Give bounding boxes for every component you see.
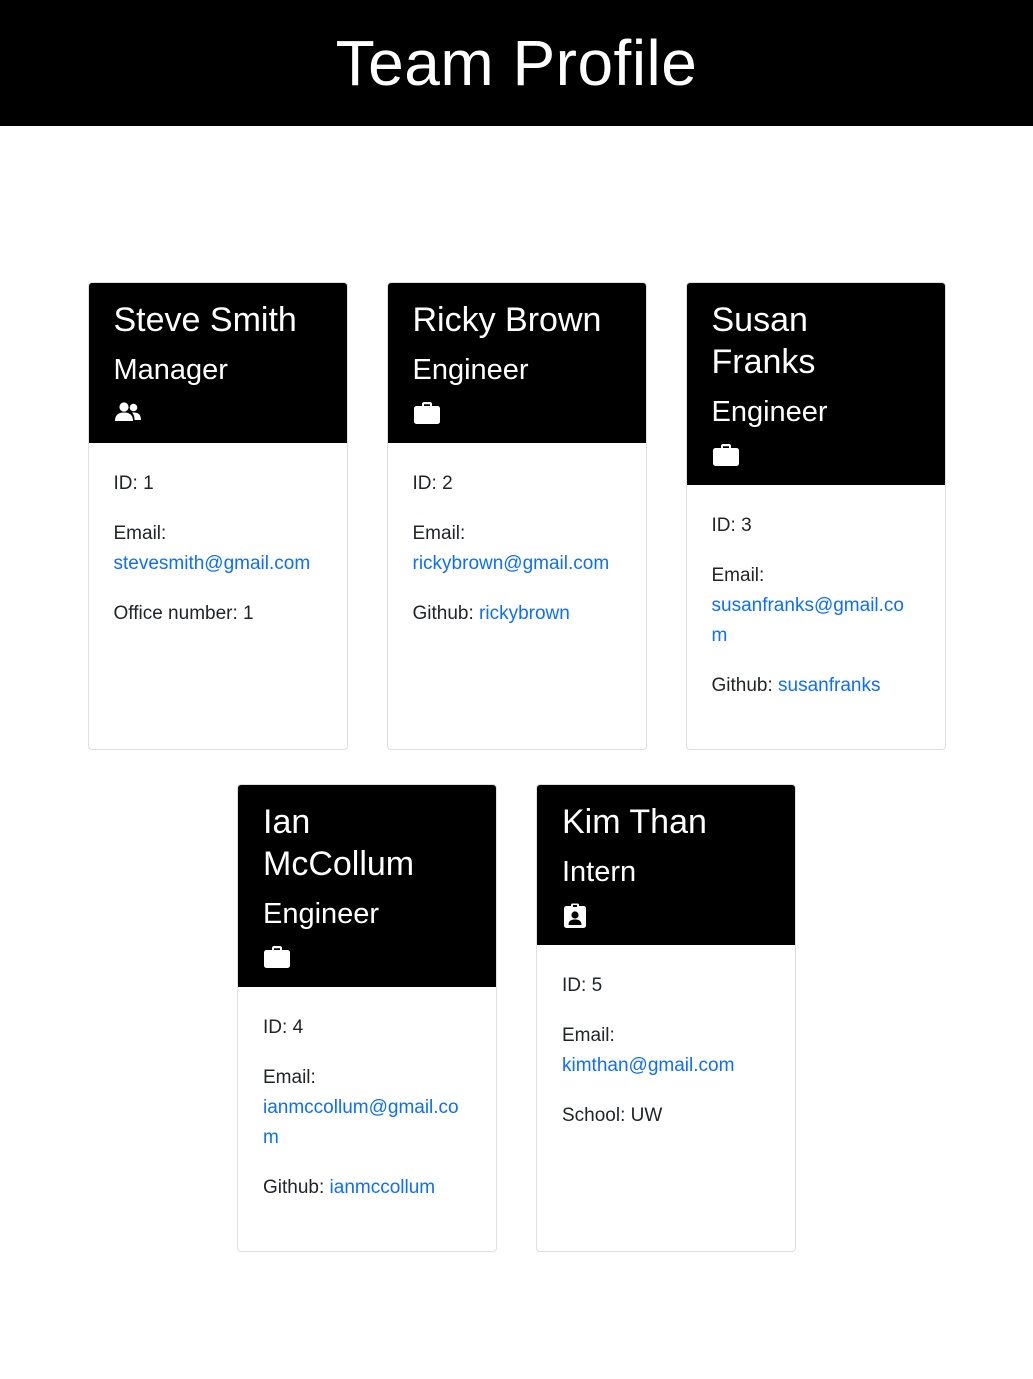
employee-id: ID: 4 xyxy=(263,1017,304,1038)
employee-card-engineer: Susan Franks Engineer ID: 3 Email: susan… xyxy=(685,282,946,750)
id-badge-icon xyxy=(562,903,770,928)
page-header: Team Profile xyxy=(0,0,1033,126)
github-link[interactable]: ianmccollum xyxy=(330,1177,436,1198)
employee-email: Email: rickybrown@gmail.com xyxy=(413,519,621,579)
email-label: Email: xyxy=(412,523,466,544)
employee-card-intern: Kim Than Intern ID: 5 Email: kimthan@gma… xyxy=(536,784,796,1252)
team-row-1: Steve Smith Manager ID: 1 Email: stevesm… xyxy=(0,282,1033,750)
employee-github: Github: ianmccollum xyxy=(263,1177,436,1198)
employee-github: Github: susanfranks xyxy=(711,675,881,696)
employee-name: Ricky Brown xyxy=(412,301,602,339)
employee-name: Susan Franks xyxy=(711,301,816,381)
employee-card-engineer: Ricky Brown Engineer ID: 2 Email: rickyb… xyxy=(386,282,647,750)
card-header: Ian McCollum Engineer xyxy=(238,785,496,987)
employee-name: Steve Smith xyxy=(113,301,297,339)
employee-email: Email: stevesmith@gmail.com xyxy=(114,519,322,579)
employee-school: School: UW xyxy=(562,1105,663,1126)
email-link[interactable]: ianmccollum@gmail.com xyxy=(263,1097,459,1148)
email-label: Email: xyxy=(711,565,765,586)
card-header: Kim Than Intern xyxy=(537,785,795,945)
employee-email: Email: ianmccollum@gmail.com xyxy=(263,1063,471,1153)
github-link[interactable]: rickybrown xyxy=(479,603,570,624)
employee-name: Ian McCollum xyxy=(263,803,415,883)
employee-id: ID: 1 xyxy=(113,473,154,494)
employee-email: Email: susanfranks@gmail.com xyxy=(712,561,920,651)
email-label: Email: xyxy=(113,523,167,544)
briefcase-icon xyxy=(263,945,471,969)
card-body: ID: 5 Email: kimthan@gmail.com School: U… xyxy=(537,945,795,1171)
email-label: Email: xyxy=(562,1025,615,1046)
briefcase-icon xyxy=(413,401,621,425)
employee-github: Github: rickybrown xyxy=(412,603,570,624)
email-label: Email: xyxy=(263,1067,316,1088)
card-header: Ricky Brown Engineer xyxy=(387,283,646,443)
card-body: ID: 4 Email: ianmccollum@gmail.com Githu… xyxy=(238,987,496,1243)
employee-name: Kim Than xyxy=(562,803,707,841)
email-link[interactable]: rickybrown@gmail.com xyxy=(413,553,610,574)
people-icon xyxy=(114,401,322,425)
team-row-2: Ian McCollum Engineer ID: 4 Email: ianmc… xyxy=(0,784,1033,1252)
email-link[interactable]: stevesmith@gmail.com xyxy=(114,553,311,574)
office-number: Office number: 1 xyxy=(113,603,254,624)
employee-role: Engineer xyxy=(263,898,380,930)
employee-id: ID: 5 xyxy=(562,975,603,996)
email-link[interactable]: susanfranks@gmail.com xyxy=(712,595,904,646)
briefcase-icon xyxy=(712,443,920,467)
page-title: Team Profile xyxy=(335,27,698,99)
card-body: ID: 2 Email: rickybrown@gmail.com Github… xyxy=(388,443,646,669)
employee-role: Engineer xyxy=(711,396,828,428)
employee-card-manager: Steve Smith Manager ID: 1 Email: stevesm… xyxy=(87,282,348,750)
card-header: Susan Franks Engineer xyxy=(686,283,945,485)
card-body: ID: 1 Email: stevesmith@gmail.com Office… xyxy=(89,443,347,669)
employee-id: ID: 3 xyxy=(711,515,752,536)
github-link[interactable]: susanfranks xyxy=(778,675,880,696)
email-link[interactable]: kimthan@gmail.com xyxy=(562,1055,734,1076)
employee-card-engineer: Ian McCollum Engineer ID: 4 Email: ianmc… xyxy=(237,784,497,1252)
card-header: Steve Smith Manager xyxy=(88,283,347,443)
employee-role: Manager xyxy=(113,354,228,386)
employee-role: Intern xyxy=(562,856,637,888)
employee-email: Email: kimthan@gmail.com xyxy=(562,1021,770,1081)
employee-role: Engineer xyxy=(412,354,529,386)
card-body: ID: 3 Email: susanfranks@gmail.com Githu… xyxy=(687,485,945,741)
employee-id: ID: 2 xyxy=(412,473,453,494)
